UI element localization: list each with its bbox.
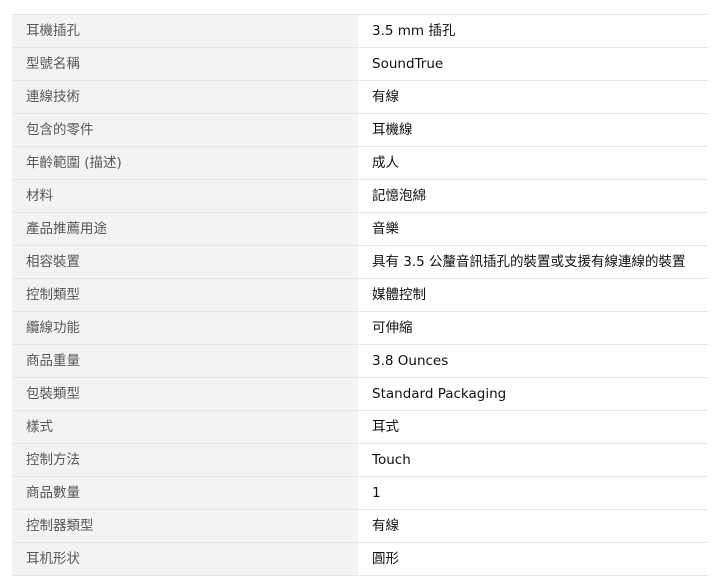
- product-spec-table: 耳機插孔 3.5 mm 插孔 型號名稱 SoundTrue 連線技術 有線 包含…: [12, 14, 708, 576]
- spec-value: 可伸縮: [358, 311, 708, 345]
- spec-label: 包含的零件: [12, 113, 358, 147]
- spec-label: 材料: [12, 179, 358, 213]
- spec-label: 耳机形状: [12, 542, 358, 576]
- spec-value: 耳機線: [358, 113, 708, 147]
- table-row: 材料 記憶泡綿: [12, 179, 708, 213]
- spec-label: 年齡範圍 (描述): [12, 146, 358, 180]
- spec-label: 纜線功能: [12, 311, 358, 345]
- spec-label: 產品推薦用途: [12, 212, 358, 246]
- spec-value: 耳式: [358, 410, 708, 444]
- spec-value: 有線: [358, 509, 708, 543]
- spec-label: 相容裝置: [12, 245, 358, 279]
- table-row: 包含的零件 耳機線: [12, 113, 708, 147]
- table-row: 商品數量 1: [12, 476, 708, 510]
- spec-label: 控制方法: [12, 443, 358, 477]
- table-row: 商品重量 3.8 Ounces: [12, 344, 708, 378]
- spec-label: 商品重量: [12, 344, 358, 378]
- table-row: 耳機插孔 3.5 mm 插孔: [12, 14, 708, 48]
- table-row: 纜線功能 可伸縮: [12, 311, 708, 345]
- spec-label: 樣式: [12, 410, 358, 444]
- table-row: 型號名稱 SoundTrue: [12, 47, 708, 81]
- spec-value: 3.5 mm 插孔: [358, 14, 708, 48]
- spec-value: 3.8 Ounces: [358, 344, 708, 378]
- spec-value: SoundTrue: [358, 47, 708, 81]
- spec-label: 控制器類型: [12, 509, 358, 543]
- spec-value: 圓形: [358, 542, 708, 576]
- spec-value: 具有 3.5 公釐音訊插孔的裝置或支援有線連線的裝置: [358, 245, 708, 279]
- table-row: 樣式 耳式: [12, 410, 708, 444]
- spec-value: 媒體控制: [358, 278, 708, 312]
- table-row: 控制方法 Touch: [12, 443, 708, 477]
- spec-value: 音樂: [358, 212, 708, 246]
- table-row: 連線技術 有線: [12, 80, 708, 114]
- table-row: 耳机形状 圓形: [12, 542, 708, 576]
- spec-label: 連線技術: [12, 80, 358, 114]
- spec-label: 商品數量: [12, 476, 358, 510]
- spec-label: 控制類型: [12, 278, 358, 312]
- spec-value: 1: [358, 476, 708, 510]
- spec-label: 包裝類型: [12, 377, 358, 411]
- spec-value: Touch: [358, 443, 708, 477]
- spec-value: 有線: [358, 80, 708, 114]
- table-row: 包裝類型 Standard Packaging: [12, 377, 708, 411]
- table-row: 控制器類型 有線: [12, 509, 708, 543]
- table-row: 產品推薦用途 音樂: [12, 212, 708, 246]
- spec-label: 型號名稱: [12, 47, 358, 81]
- spec-value: 記憶泡綿: [358, 179, 708, 213]
- spec-value: Standard Packaging: [358, 377, 708, 411]
- table-row: 相容裝置 具有 3.5 公釐音訊插孔的裝置或支援有線連線的裝置: [12, 245, 708, 279]
- table-row: 年齡範圍 (描述) 成人: [12, 146, 708, 180]
- spec-label: 耳機插孔: [12, 14, 358, 48]
- table-row: 控制類型 媒體控制: [12, 278, 708, 312]
- spec-value: 成人: [358, 146, 708, 180]
